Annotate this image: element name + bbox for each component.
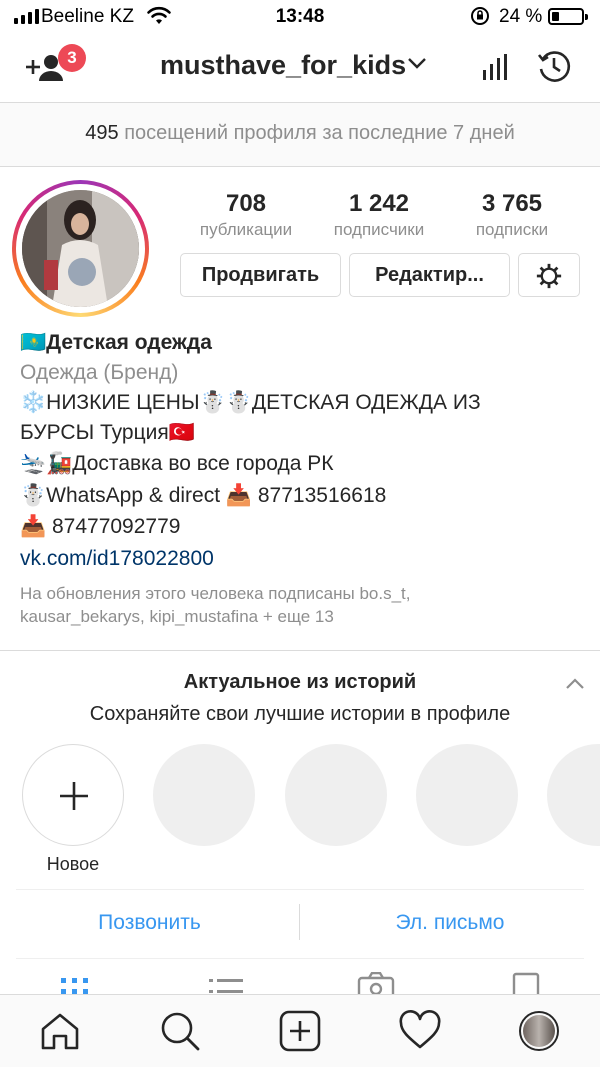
highlights-title: Актуальное из историй: [183, 671, 417, 693]
profile-category: Одежда (Бренд): [20, 361, 179, 384]
edit-profile-button[interactable]: Редактир...: [349, 253, 510, 297]
search-icon[interactable]: [158, 1009, 202, 1053]
highlights-subtitle: Сохраняйте свои лучшие истории в профиле: [89, 703, 511, 725]
stat-following-label: подписки: [475, 220, 549, 239]
new-highlight-button[interactable]: [22, 744, 124, 846]
followed-by-text[interactable]: На обновления этого человека подписаны b…: [20, 582, 411, 628]
heart-icon[interactable]: [398, 1009, 442, 1053]
add-post-icon[interactable]: [278, 1009, 322, 1053]
followed-by-line-2: kausar_bekarys, kipi_mustafina + еще 13: [20, 607, 334, 626]
bio-line-5: 📥 87477092779: [20, 515, 181, 538]
visits-count: 495: [85, 122, 119, 144]
visits-text: посещений профиля за последние 7 дней: [124, 122, 515, 144]
stat-followers-label: подписчики: [333, 220, 425, 239]
bio-line-4: ☃️WhatsApp & direct 📥 87713516618: [20, 484, 387, 507]
battery-percent: 24 %: [499, 6, 543, 27]
followed-by-line-1: На обновления этого человека подписаны b…: [20, 584, 411, 603]
chevron-up-icon[interactable]: [564, 676, 586, 697]
profile-visits-banner[interactable]: 495 посещений профиля за последние 7 дне…: [0, 103, 600, 167]
history-icon[interactable]: [536, 49, 572, 90]
profile-name: 🇰🇿Детская одежда: [20, 331, 212, 354]
stat-following[interactable]: 3 765 подписки: [447, 190, 577, 240]
avatar[interactable]: [12, 180, 149, 317]
bio-line-3: 🛬🚂Доставка во все города РК: [20, 452, 334, 475]
bio-line-2: БУРСЫ Турция🇹🇷: [20, 421, 195, 444]
tabs-divider: [16, 958, 584, 959]
stat-followers[interactable]: 1 242 подписчики: [314, 190, 444, 240]
profile-avatar[interactable]: [519, 1011, 559, 1051]
stat-following-value: 3 765: [481, 190, 543, 217]
call-button[interactable]: Позвонить: [0, 906, 299, 940]
plus-icon: [58, 780, 90, 817]
email-button[interactable]: Эл. письмо: [300, 906, 600, 940]
chevron-down-icon[interactable]: [406, 55, 428, 76]
profile-link[interactable]: vk.com/id178022800: [20, 547, 214, 571]
section-divider: [0, 650, 600, 651]
stat-posts[interactable]: 708 публикации: [181, 190, 311, 240]
new-highlight-label: Новое: [46, 854, 100, 874]
username-title[interactable]: musthave_for_kids: [160, 50, 430, 81]
bottom-navigation: [0, 994, 600, 1067]
contact-divider: [16, 889, 584, 890]
bar-chart-icon[interactable]: [482, 54, 510, 85]
highlight-placeholder: [547, 744, 600, 846]
gear-icon: [534, 262, 564, 305]
home-icon[interactable]: [38, 1009, 82, 1053]
bio-line-1: ❄️НИЗКИЕ ЦЕНЫ☃️☃️ДЕТСКАЯ ОДЕЖДА ИЗ: [20, 391, 481, 414]
stat-posts-value: 708: [225, 190, 267, 217]
highlight-placeholder: [153, 744, 255, 846]
avatar-image: [22, 190, 139, 307]
battery-icon: [548, 8, 588, 25]
stat-followers-value: 1 242: [348, 190, 410, 217]
promote-button[interactable]: Продвигать: [180, 253, 341, 297]
stat-posts-label: публикации: [199, 220, 293, 239]
status-bar: Beeline KZ 13:48 24 %: [0, 0, 600, 34]
highlight-placeholder: [285, 744, 387, 846]
settings-button[interactable]: [518, 253, 580, 297]
highlight-placeholder: [416, 744, 518, 846]
notification-badge[interactable]: 3: [58, 44, 86, 72]
rotation-lock-icon: [470, 6, 490, 32]
